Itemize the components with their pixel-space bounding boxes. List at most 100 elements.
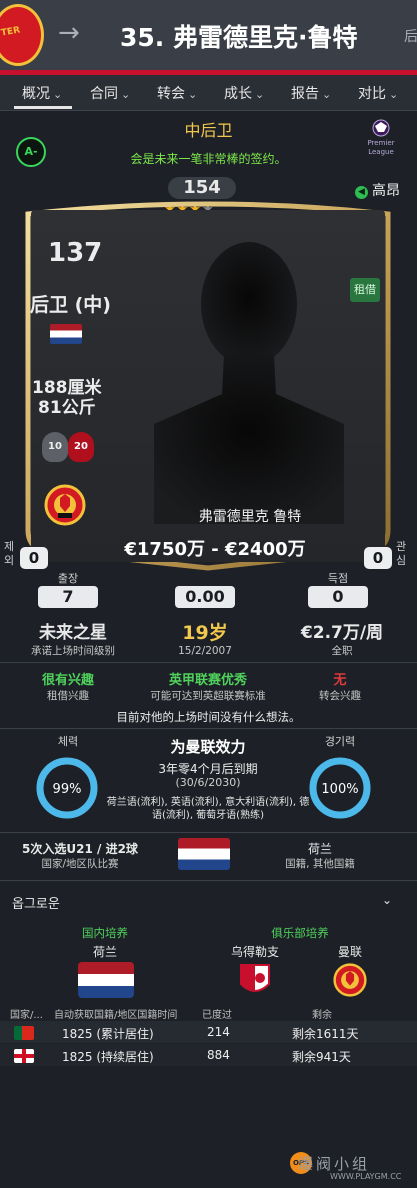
club-grown-label: 俱乐部培养 bbox=[271, 926, 329, 940]
intl-caps-label: 国家/地区队比赛 bbox=[41, 858, 119, 870]
row-spent: 214 bbox=[207, 1025, 230, 1039]
loan-badge[interactable]: 租借 bbox=[350, 278, 380, 302]
player-age: 19岁 bbox=[182, 622, 228, 644]
svg-text:Premier: Premier bbox=[367, 139, 394, 147]
fitness-label: 체력 bbox=[57, 735, 79, 748]
transfer-interest-label: 转会兴趣 bbox=[319, 690, 361, 702]
playing-status-label: 承诺上场时间级别 bbox=[31, 645, 115, 657]
recommendation-text: 会是未来一笔非常棒的签约。 bbox=[130, 152, 287, 166]
intl-caps: 5次入选U21 / 进2球 bbox=[22, 842, 138, 856]
tab-compare[interactable]: 对比 ⌄ bbox=[358, 83, 398, 105]
divider bbox=[0, 728, 417, 729]
languages-list: 荷兰语(流利), 英语(流利), 意大利语(流利), 德语(流利), 葡萄牙语(… bbox=[106, 797, 310, 821]
tab-overview[interactable]: 概况 ⌄ bbox=[22, 83, 62, 105]
price-tag: ◀ 高昂 bbox=[355, 180, 400, 200]
page-title-overflow: 后 bbox=[404, 29, 417, 45]
tab-label: 合同 bbox=[90, 86, 118, 102]
tab-label: 报告 bbox=[291, 86, 319, 102]
chevron-down-icon: ⌄ bbox=[53, 88, 63, 101]
utrecht-crest-icon bbox=[240, 964, 270, 992]
divider bbox=[0, 880, 417, 881]
playing-time-note: 目前对他的上场时间没有什么想法。 bbox=[116, 710, 301, 724]
excluded-label: 제외 bbox=[4, 540, 15, 567]
league-level-value: 英甲联赛优秀 bbox=[168, 673, 247, 688]
tab-development[interactable]: 成长 ⌄ bbox=[224, 83, 264, 105]
playing-status: 未来之星 bbox=[39, 623, 107, 643]
playing-for: 为曼联效力 bbox=[170, 738, 246, 756]
chevron-down-icon: ⌄ bbox=[322, 88, 332, 101]
tab-active-indicator bbox=[14, 106, 72, 109]
interest-count[interactable]: 0 bbox=[364, 547, 392, 569]
crest-text: TER bbox=[0, 25, 21, 39]
tab-contract[interactable]: 合同 ⌄ bbox=[90, 83, 130, 105]
sharpness-label: 경기력 bbox=[324, 735, 356, 748]
contract-expiry: 3年零4个月后到期 bbox=[158, 762, 258, 776]
row-days: 1825 (持续居住) bbox=[62, 1050, 154, 1064]
excluded-count[interactable]: 0 bbox=[20, 547, 48, 569]
price-tag-label: 高昂 bbox=[372, 183, 400, 199]
netherlands-flag-icon bbox=[178, 838, 230, 870]
watermark-url: WWW.PLAYGM.CC bbox=[330, 1172, 402, 1181]
tab-transfer[interactable]: 转会 ⌄ bbox=[157, 83, 197, 105]
league-level-label: 可能可达到英超联赛标准 bbox=[150, 690, 266, 702]
wage-type: 全职 bbox=[331, 645, 353, 657]
fitness-value: 99% bbox=[52, 782, 82, 797]
transfer-interest-value: 无 bbox=[333, 673, 347, 688]
tab-report[interactable]: 报告 ⌄ bbox=[291, 83, 331, 105]
arrow-right-icon[interactable]: → bbox=[58, 18, 80, 48]
divider bbox=[0, 832, 417, 833]
avg-rating-value: 0.00 bbox=[175, 586, 235, 608]
player-dob: 15/2/2007 bbox=[178, 645, 232, 657]
chevron-down-icon: ⌄ bbox=[121, 88, 131, 101]
player-weight: 81公斤 bbox=[38, 398, 96, 418]
right-foot-icon: 20 bbox=[68, 432, 94, 462]
player-silhouette-icon bbox=[154, 242, 344, 524]
chevron-down-icon: ⌄ bbox=[389, 88, 399, 101]
col-remaining: 剩余 bbox=[312, 1010, 332, 1021]
player-wage: €2.7万/周 bbox=[300, 623, 384, 643]
portugal-flag-icon bbox=[14, 1026, 34, 1040]
man-utd-crest-icon bbox=[44, 484, 86, 526]
watermark-text: 爆阀小组 bbox=[298, 1155, 371, 1173]
card-player-name: 弗雷德里克 鲁特 bbox=[198, 509, 302, 525]
card-value-range: €1750万 - €2400万 bbox=[124, 539, 306, 560]
position-title: 中后卫 bbox=[184, 121, 233, 140]
apps-label: 출장 bbox=[57, 572, 79, 585]
goals-value: 0 bbox=[308, 586, 368, 608]
home-grown-nation: 荷兰 bbox=[92, 945, 117, 959]
netherlands-flag-icon bbox=[78, 962, 134, 998]
card-position: 后卫 (中) bbox=[30, 294, 111, 316]
home-grown-label: 国内培养 bbox=[82, 926, 128, 940]
divider bbox=[0, 662, 417, 663]
nationality-label: 国籍, 其他国籍 bbox=[285, 858, 355, 870]
col-spent: 已度过 bbox=[202, 1010, 232, 1021]
arrow-left-icon: ◀ bbox=[355, 186, 368, 199]
chevron-down-icon: ⌄ bbox=[188, 88, 198, 101]
club-grown-club2: 曼联 bbox=[337, 945, 362, 959]
england-flag-icon bbox=[14, 1049, 34, 1063]
col-acquire-time: 自动获取国籍/地区国籍时间 bbox=[54, 1010, 178, 1021]
col-country: 国家/... bbox=[10, 1010, 43, 1021]
apps-value: 7 bbox=[38, 586, 98, 608]
rating-value: 154 bbox=[168, 177, 236, 199]
chevron-down-icon[interactable]: ⌄ bbox=[382, 893, 392, 907]
row-days: 1825 (累计居住) bbox=[62, 1027, 154, 1041]
tab-label: 成长 bbox=[224, 86, 252, 102]
section-homegrown[interactable]: 옵그로운 bbox=[12, 893, 60, 912]
interest-label: 관심 bbox=[396, 540, 407, 567]
netherlands-flag-icon bbox=[50, 324, 82, 344]
goals-label: 득점 bbox=[327, 572, 349, 585]
loan-interest-value: 很有兴趣 bbox=[41, 673, 94, 688]
row-remaining: 剩余1611天 bbox=[292, 1027, 359, 1041]
nationality: 荷兰 bbox=[307, 842, 332, 856]
man-utd-crest-icon bbox=[333, 963, 367, 997]
tab-label: 转会 bbox=[157, 86, 185, 102]
tab-label: 对比 bbox=[358, 86, 386, 102]
sharpness-value: 100% bbox=[321, 782, 359, 797]
loan-interest-label: 租借兴趣 bbox=[47, 690, 89, 702]
club-grown-club1: 乌得勒支 bbox=[230, 945, 279, 959]
page-title: 35. 弗雷德里克·鲁特 bbox=[120, 23, 358, 52]
row-spent: 884 bbox=[207, 1048, 230, 1062]
tab-label: 概况 bbox=[22, 86, 50, 102]
chevron-down-icon: ⌄ bbox=[255, 88, 265, 101]
